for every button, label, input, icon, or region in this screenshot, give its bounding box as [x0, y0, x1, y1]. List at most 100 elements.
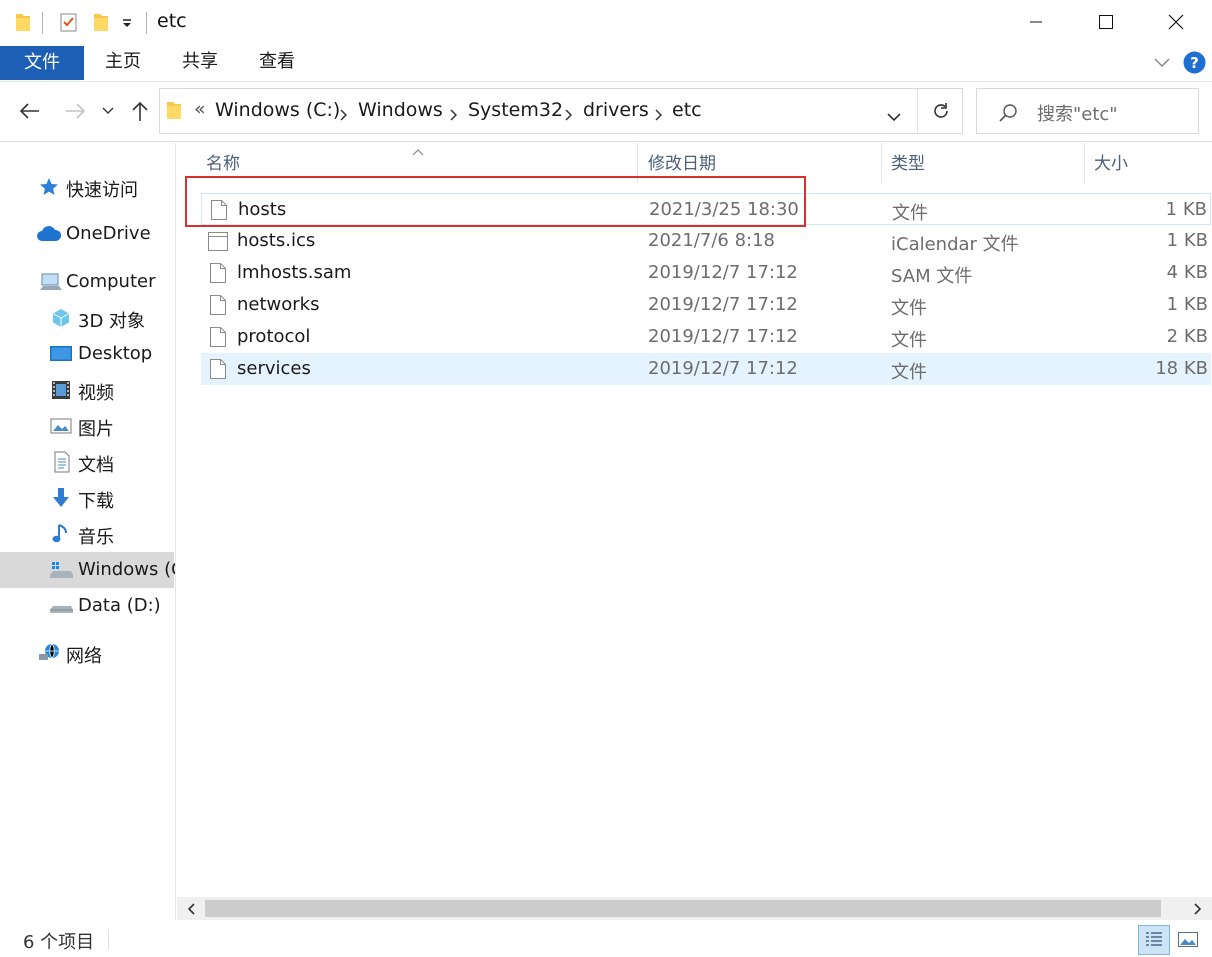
close-button[interactable]	[1141, 0, 1211, 44]
scroll-right-button[interactable]	[1184, 897, 1210, 920]
cube-icon	[50, 307, 72, 329]
download-icon	[51, 487, 73, 509]
table-row[interactable]: protocol 2019/12/7 17:12 文件 2 KB	[201, 321, 1211, 353]
sidebar-item-label: 视频	[78, 383, 114, 404]
navigation-pane: 快速访问 OneDrive Computer 3D 对象 Desktop 视频	[0, 143, 176, 920]
file-size: 1 KB	[1165, 199, 1207, 220]
drive-icon	[48, 595, 74, 617]
sidebar-item-label: 下载	[78, 491, 114, 512]
file-icon	[209, 294, 227, 316]
sidebar-item-data-d[interactable]: Data (D:)	[0, 588, 175, 624]
sidebar-item-videos[interactable]: 视频	[0, 372, 175, 408]
breadcrumb-item[interactable]: Windows	[358, 99, 443, 121]
breadcrumb-current[interactable]: etc	[672, 99, 702, 121]
sidebar-item-label: Data (D:)	[78, 595, 161, 616]
file-size: 1 KB	[1166, 294, 1208, 315]
tab-share[interactable]: 共享	[173, 44, 227, 80]
table-row[interactable]: lmhosts.sam 2019/12/7 17:12 SAM 文件 4 KB	[201, 257, 1211, 289]
minimize-button[interactable]	[1001, 0, 1071, 44]
chevron-right-icon[interactable]	[449, 106, 458, 125]
sidebar-item-computer[interactable]: Computer	[0, 264, 175, 300]
address-dropdown-icon[interactable]	[887, 107, 901, 126]
tab-home[interactable]: 主页	[96, 44, 150, 80]
star-icon	[38, 176, 60, 198]
back-button[interactable]	[15, 96, 45, 126]
file-icon	[209, 262, 227, 284]
breadcrumb-item[interactable]: drivers	[583, 99, 649, 121]
file-size: 2 KB	[1166, 326, 1208, 347]
breadcrumb-item[interactable]: Windows (C:)	[215, 99, 340, 121]
file-size: 1 KB	[1166, 230, 1208, 251]
search-placeholder: 搜索"etc"	[1037, 104, 1118, 125]
scrollbar-thumb[interactable]	[205, 900, 1161, 917]
video-icon	[50, 379, 72, 401]
column-header-type[interactable]: 类型	[891, 143, 925, 183]
table-row[interactable]: networks 2019/12/7 17:12 文件 1 KB	[201, 289, 1211, 321]
horizontal-scrollbar[interactable]	[177, 897, 1212, 920]
maximize-button[interactable]	[1071, 0, 1141, 44]
sidebar-item-network[interactable]: 网络	[0, 635, 175, 671]
file-date: 2019/12/7 17:12	[648, 294, 798, 315]
table-row[interactable]: services 2019/12/7 17:12 文件 18 KB	[201, 353, 1211, 385]
file-icon	[209, 326, 227, 348]
sidebar-item-label: Desktop	[78, 343, 153, 364]
file-name: hosts.ics	[237, 230, 316, 251]
document-icon	[52, 451, 74, 473]
file-name: networks	[237, 294, 320, 315]
new-folder-icon[interactable]	[92, 11, 110, 37]
address-bar[interactable]: « Windows (C:) Windows System32 drivers …	[159, 88, 963, 134]
details-view-icon	[1146, 932, 1162, 946]
svg-text:?: ?	[1190, 54, 1199, 72]
expand-ribbon-icon[interactable]	[1153, 54, 1171, 74]
tab-file[interactable]: 文件	[0, 46, 84, 80]
annotation-highlight-box	[185, 176, 806, 227]
sidebar-item-documents[interactable]: 文档	[0, 444, 175, 480]
sidebar-item-music[interactable]: 音乐	[0, 516, 175, 552]
breadcrumb-overflow[interactable]: «	[194, 98, 206, 120]
sidebar-item-downloads[interactable]: 下载	[0, 480, 175, 516]
chevron-right-icon[interactable]	[654, 106, 663, 125]
file-type: 文件	[892, 203, 928, 224]
file-name: services	[237, 358, 311, 379]
file-type: 文件	[891, 298, 927, 319]
large-icons-view-icon	[1178, 932, 1198, 947]
sidebar-item-quick-access[interactable]: 快速访问	[0, 169, 175, 205]
customize-toolbar-icon[interactable]	[120, 14, 134, 34]
network-icon	[37, 642, 63, 664]
search-input[interactable]: 搜索"etc"	[976, 88, 1199, 134]
file-date: 2019/12/7 17:12	[648, 326, 798, 347]
table-row[interactable]: hosts.ics 2021/7/6 8:18 iCalendar 文件 1 K…	[201, 225, 1211, 257]
sidebar-item-onedrive[interactable]: OneDrive	[0, 216, 175, 252]
file-date: 2021/7/6 8:18	[648, 230, 775, 251]
file-date: 2019/12/7 17:12	[648, 262, 798, 283]
file-type: 文件	[891, 330, 927, 351]
chevron-right-icon[interactable]	[564, 106, 573, 125]
recent-locations-button[interactable]	[96, 96, 120, 126]
file-name: protocol	[237, 326, 311, 347]
forward-button[interactable]	[60, 96, 90, 126]
chevron-right-icon[interactable]	[339, 106, 348, 125]
folder-icon	[165, 99, 183, 125]
details-view-button[interactable]	[1138, 925, 1170, 955]
sidebar-item-label: OneDrive	[66, 223, 151, 244]
properties-icon[interactable]	[58, 11, 80, 37]
scroll-left-button[interactable]	[179, 897, 205, 920]
sidebar-item-windows-c[interactable]: Windows (C:)	[0, 552, 175, 588]
column-header-size[interactable]: 大小	[1094, 143, 1128, 183]
sidebar-item-label: 音乐	[78, 527, 114, 548]
help-icon[interactable]: ?	[1183, 51, 1206, 78]
file-list: 名称 修改日期 类型 大小 hosts 2021/3/25 18:30 文件 1…	[177, 143, 1212, 897]
breadcrumb-item[interactable]: System32	[468, 99, 563, 121]
title-bar: etc	[0, 0, 1212, 44]
cloud-icon	[36, 223, 62, 245]
sidebar-item-desktop[interactable]: Desktop	[0, 336, 175, 372]
sidebar-item-3d-objects[interactable]: 3D 对象	[0, 300, 175, 336]
sidebar-item-pictures[interactable]: 图片	[0, 408, 175, 444]
sidebar-item-label: Windows (C:)	[78, 559, 175, 580]
up-button[interactable]	[125, 96, 155, 126]
refresh-icon[interactable]	[931, 101, 951, 125]
file-name: lmhosts.sam	[237, 262, 352, 283]
system-drive-icon	[48, 559, 74, 581]
tab-view[interactable]: 查看	[250, 44, 304, 80]
large-icons-view-button[interactable]	[1172, 925, 1204, 955]
